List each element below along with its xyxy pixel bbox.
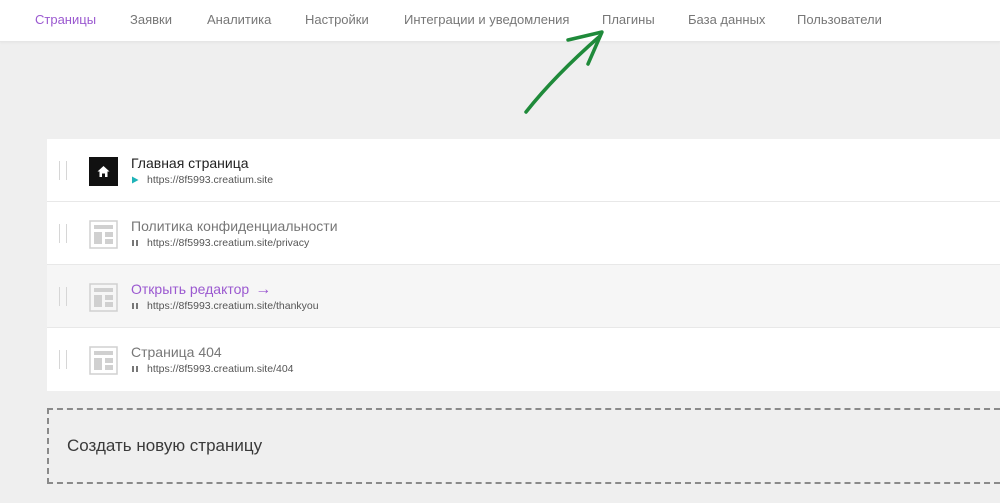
open-editor-label: Открыть редактор bbox=[131, 281, 250, 297]
tab-analytics[interactable]: Аналитика bbox=[207, 12, 271, 27]
drag-handle-icon[interactable] bbox=[59, 350, 67, 369]
create-page-label: Создать новую страницу bbox=[67, 436, 263, 455]
arrow-right-icon: → bbox=[255, 281, 272, 298]
tab-pages[interactable]: Страницы bbox=[35, 12, 96, 27]
page-title[interactable]: Страница 404 bbox=[131, 344, 222, 360]
paused-icon bbox=[132, 366, 138, 372]
page-row-privacy[interactable]: Политика конфиденциальности https://8f59… bbox=[47, 202, 1000, 265]
page-url[interactable]: https://8f5993.creatium.site/404 bbox=[147, 363, 294, 375]
tab-plugins[interactable]: Плагины bbox=[602, 12, 655, 27]
page-url[interactable]: https://8f5993.creatium.site/privacy bbox=[147, 237, 309, 249]
page-title[interactable]: Главная страница bbox=[131, 155, 249, 171]
page-layout-icon bbox=[89, 220, 118, 249]
drag-handle-icon[interactable] bbox=[59, 287, 67, 306]
page-url[interactable]: https://8f5993.creatium.site bbox=[147, 174, 273, 186]
drag-handle-icon[interactable] bbox=[59, 161, 67, 180]
paused-icon bbox=[132, 303, 138, 309]
page-layout-icon bbox=[89, 283, 118, 312]
top-navigation: Страницы Заявки Аналитика Настройки Инте… bbox=[0, 0, 1000, 42]
open-editor-link[interactable]: Открыть редактор → bbox=[131, 281, 271, 299]
create-page-button[interactable]: Создать новую страницу bbox=[47, 408, 1000, 484]
tab-database[interactable]: База данных bbox=[688, 12, 765, 27]
paused-icon bbox=[132, 240, 138, 246]
page-row-404[interactable]: Страница 404 https://8f5993.creatium.sit… bbox=[47, 328, 1000, 391]
tab-integrations[interactable]: Интеграции и уведомления bbox=[404, 12, 569, 27]
page-row-thankyou[interactable]: Открыть редактор → https://8f5993.creatiu… bbox=[47, 265, 1000, 328]
home-icon bbox=[89, 157, 118, 186]
page-row-home[interactable]: Главная страница https://8f5993.creatium… bbox=[47, 139, 1000, 202]
drag-handle-icon[interactable] bbox=[59, 224, 67, 243]
tab-settings[interactable]: Настройки bbox=[305, 12, 369, 27]
tab-users[interactable]: Пользователи bbox=[797, 12, 882, 27]
published-play-icon bbox=[132, 176, 139, 184]
pages-list: Главная страница https://8f5993.creatium… bbox=[47, 139, 1000, 391]
tab-requests[interactable]: Заявки bbox=[130, 12, 172, 27]
page-url[interactable]: https://8f5993.creatium.site/thankyou bbox=[147, 300, 319, 312]
page-title[interactable]: Политика конфиденциальности bbox=[131, 218, 338, 234]
page-layout-icon bbox=[89, 346, 118, 375]
